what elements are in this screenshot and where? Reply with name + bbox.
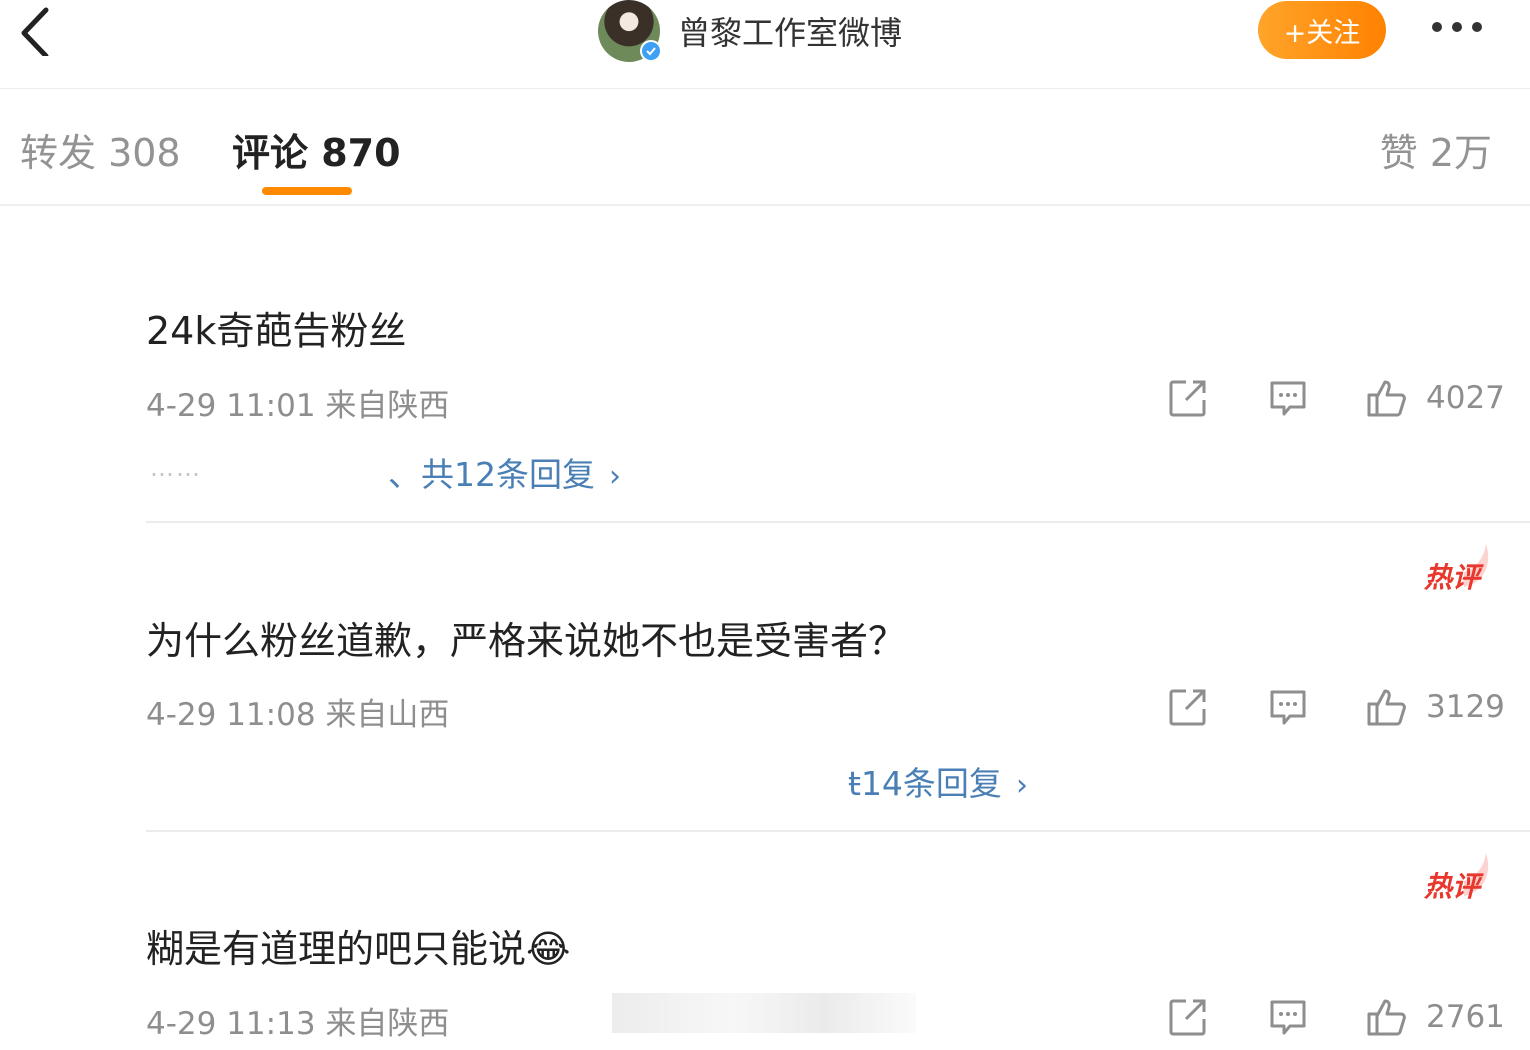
like-count: 3129 — [1426, 689, 1505, 725]
like-count: 2761 — [1426, 999, 1505, 1035]
tab-likes[interactable]: 赞 2万 — [1380, 122, 1492, 177]
laughing-crying-emoji-icon: 😂 — [526, 927, 571, 971]
blurred-overlay — [612, 993, 916, 1033]
hot-comment-badge: 热评 — [1424, 542, 1494, 594]
chevron-right-icon: › — [609, 459, 621, 494]
share-icon[interactable] — [1168, 378, 1208, 418]
view-replies-link[interactable]: ŧ14条回复 › — [848, 757, 1028, 805]
top-bar: 曾黎工作室微博 +关注 — [0, 0, 1530, 89]
comment-text-body: 糊是有道理的吧只能说 — [146, 927, 527, 971]
verified-badge-icon — [640, 40, 662, 62]
comment-icon[interactable] — [1268, 378, 1308, 418]
like-count: 4027 — [1426, 380, 1505, 416]
comment-text: 24k奇葩告粉丝 — [146, 309, 407, 353]
more-options-icon[interactable] — [1428, 18, 1488, 38]
account-title[interactable]: 曾黎工作室微博 — [678, 8, 902, 54]
hot-badge-text: 热评 — [1424, 561, 1481, 594]
active-tab-indicator — [262, 187, 352, 195]
comment-icon[interactable] — [1268, 687, 1308, 727]
share-icon[interactable] — [1168, 687, 1208, 727]
like-button[interactable]: 2761 — [1366, 996, 1505, 1038]
tab-comments[interactable]: 评论 870 — [232, 122, 401, 177]
like-button[interactable]: 3129 — [1366, 686, 1505, 728]
reply-prefix: 、 — [388, 455, 421, 494]
view-replies-link[interactable]: 、共12条回复 › — [388, 448, 621, 496]
replies-count-label: 共12条回复 — [421, 455, 595, 494]
replies-count-label: ŧ14条回复 — [848, 764, 1002, 803]
comment-text: 糊是有道理的吧只能说😂 — [146, 918, 570, 973]
thumbs-up-icon — [1367, 380, 1406, 417]
thumbs-up-icon — [1367, 999, 1406, 1036]
thumbs-up-icon — [1367, 689, 1406, 726]
like-button[interactable]: 4027 — [1366, 377, 1505, 419]
chevron-right-icon: › — [1015, 768, 1028, 803]
comment-icon[interactable] — [1268, 997, 1308, 1037]
comment-meta: 4-29 11:08 来自山西 — [146, 697, 450, 733]
divider — [146, 521, 1530, 523]
hot-comment-badge: 热评 — [1424, 851, 1494, 903]
comment-text: 为什么粉丝道歉，严格来说她不也是受害者？ — [146, 619, 907, 663]
hot-badge-text: 热评 — [1424, 870, 1481, 903]
share-icon[interactable] — [1168, 997, 1208, 1037]
divider — [146, 830, 1530, 832]
follow-button[interactable]: +关注 — [1258, 1, 1386, 59]
back-arrow-icon[interactable] — [14, 6, 58, 59]
blurred-reply-preview: …… — [150, 454, 202, 482]
tab-repost[interactable]: 转发 308 — [20, 122, 181, 177]
comment-meta: 4-29 11:13 来自陕西 — [146, 1006, 450, 1042]
comment-meta: 4-29 11:01 来自陕西 — [146, 388, 450, 424]
tab-bar: 转发 308 评论 870 赞 2万 — [0, 88, 1530, 206]
